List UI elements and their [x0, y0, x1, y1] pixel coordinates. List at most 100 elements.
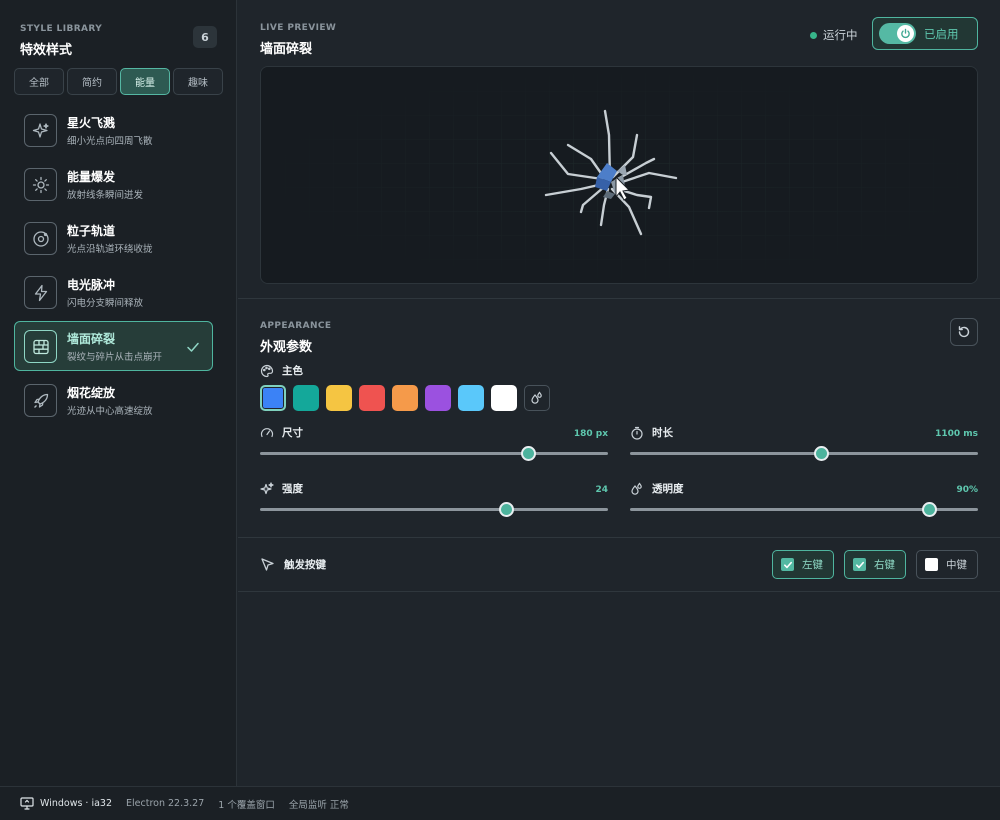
left-button-toggle[interactable]: 左键 [772, 550, 834, 579]
overlay-count: 1 个覆盖窗口 [218, 799, 275, 811]
trigger-label-text: 触发按键 [284, 559, 326, 571]
sidebar-title: 特效样式 [20, 43, 73, 58]
swatch-yellow[interactable] [326, 385, 352, 411]
duration-slider[interactable]: 时长 1100 ms [630, 425, 978, 465]
appearance-title: 外观参数 [260, 340, 313, 355]
duration-value: 1100 ms [935, 429, 978, 439]
run-status: 运行中 [810, 27, 858, 43]
effect-name: 星火飞溅 [67, 116, 116, 130]
primary-color-label: 主色 [260, 363, 303, 378]
middle-button-toggle[interactable]: 中键 [916, 550, 978, 579]
intensity-slider[interactable]: 强度 24 [260, 481, 608, 521]
monitor-icon [20, 797, 34, 810]
middle-button-label: 中键 [946, 559, 967, 571]
filter-tabs: 全部 简约 能量 趣味 [14, 68, 223, 95]
swatch-white[interactable] [491, 385, 517, 411]
swatch-sky[interactable] [458, 385, 484, 411]
size-label-text: 尺寸 [282, 427, 303, 439]
preview-section: LIVE PREVIEW 墙面碎裂 运行中 已启用 [238, 0, 1000, 299]
primary-color-text: 主色 [282, 365, 303, 377]
size-value: 180 px [573, 429, 608, 439]
electron-version: Electron 22.3.27 [126, 798, 205, 809]
effect-item-lightning[interactable]: 电光脉冲 闪电分支瞬间释放 [14, 267, 213, 317]
size-thumb[interactable] [520, 446, 536, 461]
preview-header: LIVE PREVIEW 墙面碎裂 [260, 23, 336, 57]
brick-wall-icon [24, 330, 57, 363]
monitor-status: 全局监听 正常 [288, 799, 349, 811]
droplets-icon [631, 482, 642, 495]
custom-color-button[interactable] [524, 385, 550, 411]
main-panel: LIVE PREVIEW 墙面碎裂 运行中 已启用 APPEARANCE 外观参… [238, 0, 1000, 786]
opacity-value: 90% [956, 485, 978, 495]
effect-name: 电光脉冲 [67, 278, 116, 292]
effect-desc: 放射线条瞬间迸发 [67, 190, 144, 201]
status-dot [810, 31, 817, 39]
power-icon [897, 25, 914, 42]
droplets-icon [531, 391, 542, 404]
orbit-icon [24, 222, 57, 255]
reset-icon [958, 326, 970, 338]
check-icon [186, 339, 200, 358]
duration-track[interactable] [630, 452, 978, 455]
sidebar: STYLE LIBRARY 特效样式 6 全部 简约 能量 趣味 星火飞溅 细小… [0, 0, 237, 786]
effect-item-orbit[interactable]: 粒子轨道 光点沿轨道环绕收拢 [14, 213, 213, 263]
sparkles-icon [24, 114, 57, 147]
effect-name: 粒子轨道 [67, 224, 116, 238]
filter-fun[interactable]: 趣味 [173, 68, 223, 95]
right-button-label: 右键 [874, 559, 895, 571]
effect-desc: 光迹从中心高速绽放 [67, 406, 153, 417]
effect-item-wall-crack[interactable]: 墙面碎裂 裂纹与碎片从击点崩开 [14, 321, 213, 371]
sun-burst-icon [24, 168, 57, 201]
filter-all[interactable]: 全部 [14, 68, 64, 95]
color-swatches [260, 385, 550, 411]
left-button-label: 左键 [802, 559, 823, 571]
sidebar-eyebrow: STYLE LIBRARY [20, 24, 103, 34]
cursor-icon [261, 558, 274, 571]
sparkles-icon [260, 481, 274, 494]
effect-desc: 闪电分支瞬间释放 [67, 298, 144, 309]
swatch-orange[interactable] [392, 385, 418, 411]
effect-name: 烟花绽放 [67, 386, 116, 400]
effect-name: 能量爆发 [67, 170, 116, 184]
intensity-label-text: 强度 [282, 483, 303, 495]
duration-thumb[interactable] [814, 446, 830, 461]
os-text: Windows · ia32 [40, 798, 113, 809]
size-label: 尺寸 [260, 425, 303, 440]
opacity-label-text: 透明度 [652, 483, 684, 495]
preview-canvas[interactable] [260, 66, 978, 284]
status-text: 运行中 [823, 28, 858, 42]
reset-button[interactable] [950, 318, 978, 346]
effect-list: 星火飞溅 细小光点向四周飞散 能量爆发 放射线条瞬间迸发 粒子轨道 光点沿轨道环… [14, 105, 213, 429]
effect-item-spark[interactable]: 星火飞溅 细小光点向四周飞散 [14, 105, 213, 155]
trigger-label: 触发按键 [260, 557, 326, 572]
appearance-section: APPEARANCE 外观参数 主色 尺寸 180 px 时长 1100 ms … [238, 300, 1000, 538]
checkbox-checked-icon [781, 558, 794, 571]
wall-crack-preview [261, 67, 977, 283]
swatch-blue[interactable] [260, 385, 286, 411]
swatch-purple[interactable] [425, 385, 451, 411]
filter-energy[interactable]: 能量 [120, 68, 170, 95]
os-info: Windows · ia32 [20, 797, 112, 810]
effect-desc: 细小光点向四周飞散 [67, 136, 153, 147]
effect-item-burst[interactable]: 能量爆发 放射线条瞬间迸发 [14, 159, 213, 209]
duration-label-text: 时长 [652, 427, 673, 439]
toggle-label: 已启用 [924, 26, 959, 41]
intensity-track[interactable] [260, 508, 608, 511]
opacity-thumb[interactable] [922, 502, 938, 517]
effect-item-firework[interactable]: 烟花绽放 光迹从中心高速绽放 [14, 375, 213, 425]
size-track[interactable] [260, 452, 608, 455]
lightning-icon [24, 276, 57, 309]
size-slider[interactable]: 尺寸 180 px [260, 425, 608, 465]
intensity-thumb[interactable] [499, 502, 515, 517]
swatch-teal[interactable] [293, 385, 319, 411]
checkbox-checked-icon [853, 558, 866, 571]
opacity-slider[interactable]: 透明度 90% [630, 481, 978, 521]
trigger-section: 触发按键 左键 右键 中键 [238, 539, 1000, 592]
appearance-header: APPEARANCE 外观参数 [260, 321, 331, 355]
enable-toggle[interactable]: 已启用 [872, 17, 978, 50]
swatch-red[interactable] [359, 385, 385, 411]
filter-simple[interactable]: 简约 [67, 68, 117, 95]
right-button-toggle[interactable]: 右键 [844, 550, 906, 579]
preview-eyebrow: LIVE PREVIEW [260, 23, 337, 33]
effect-desc: 裂纹与碎片从击点崩开 [67, 352, 163, 363]
